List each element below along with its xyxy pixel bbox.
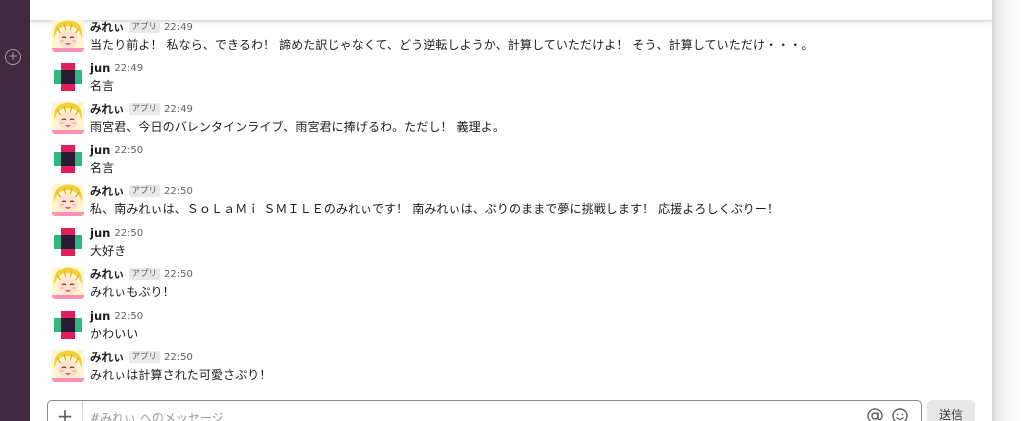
message-text: かわいい (90, 327, 139, 341)
message-author[interactable]: みれぃ (90, 101, 125, 117)
message-item: jun 22:50 かわいい (52, 309, 972, 349)
message-timestamp[interactable]: 22:49 (164, 22, 193, 33)
message-timestamp[interactable]: 22:50 (114, 228, 143, 239)
message-item: みれぃ アプリ 22:50 みれぃもぷり！ (52, 267, 972, 307)
panel-shadow (992, 0, 1024, 421)
message-text: 大好き (90, 244, 127, 258)
message-meta: jun 22:50 (90, 308, 143, 324)
mirei-avatar-icon[interactable] (52, 184, 84, 216)
message-author[interactable]: みれぃ (90, 183, 125, 199)
message-timestamp[interactable]: 22:50 (114, 311, 143, 322)
message-composer: + (47, 400, 922, 421)
message-meta: みれぃ アプリ 22:50 (90, 183, 193, 199)
workspace-sidebar: + (0, 0, 30, 421)
message-text: みれぃもぷり！ (90, 285, 175, 299)
message-text: みれぃは計算された可愛さぷり！ (90, 368, 272, 382)
message-timestamp[interactable]: 22:49 (164, 104, 193, 115)
message-item: jun 22:50 名言 (52, 143, 972, 183)
jun-avatar-icon[interactable] (52, 309, 84, 341)
mirei-avatar-icon[interactable] (52, 102, 84, 134)
message-text: 雨宮君、今日のバレンタインライブ、雨宮君に捧げるわ。ただし！ 義理よ。 (90, 120, 505, 134)
message-text: 名言 (90, 161, 115, 175)
message-meta: みれぃ アプリ 22:50 (90, 266, 193, 282)
mirei-avatar-icon[interactable] (52, 20, 84, 52)
message-item: jun 22:50 大好き (52, 226, 972, 266)
message-item: みれぃ アプリ 22:50 みれぃは計算された可愛さぷり！ (52, 350, 972, 390)
message-author[interactable]: jun (90, 143, 110, 157)
mention-icon[interactable] (866, 407, 884, 421)
message-meta: jun 22:49 (90, 60, 143, 76)
message-text: 名言 (90, 79, 115, 93)
app-badge: アプリ (128, 21, 161, 33)
message-timestamp[interactable]: 22:50 (164, 269, 193, 280)
app-badge: アプリ (128, 185, 161, 197)
add-workspace-icon[interactable]: + (5, 49, 21, 65)
message-author[interactable]: みれぃ (90, 19, 125, 35)
jun-avatar-icon[interactable] (52, 143, 84, 175)
message-item: jun 22:49 名言 (52, 61, 972, 101)
message-meta: jun 22:50 (90, 225, 143, 241)
message-text: 私、南みれぃは、ＳｏＬａＭｉ ＳＭＩＬＥのみれぃです！ 南みれぃは、ぷりのままで… (90, 202, 780, 216)
message-timestamp[interactable]: 22:49 (114, 63, 143, 74)
message-author[interactable]: jun (90, 226, 110, 240)
message-timestamp[interactable]: 22:50 (164, 352, 193, 363)
message-author[interactable]: みれぃ (90, 349, 125, 365)
message-item: みれぃ アプリ 22:50 私、南みれぃは、ＳｏＬａＭｉ ＳＭＩＬＥのみれぃです… (52, 184, 972, 224)
jun-avatar-icon[interactable] (52, 226, 84, 258)
emoji-icon[interactable] (891, 407, 909, 421)
message-timestamp[interactable]: 22:50 (114, 145, 143, 156)
message-meta: みれぃ アプリ 22:49 (90, 101, 193, 117)
message-meta: みれぃ アプリ 22:49 (90, 19, 193, 35)
send-button[interactable]: 送信 (927, 400, 975, 421)
message-author[interactable]: jun (90, 309, 110, 323)
message-timestamp[interactable]: 22:50 (164, 186, 193, 197)
app-badge: アプリ (128, 268, 161, 280)
mirei-avatar-icon[interactable] (52, 350, 84, 382)
thread-panel-edge (30, 0, 992, 21)
app-badge: アプリ (128, 103, 161, 115)
message-author[interactable]: みれぃ (90, 266, 125, 282)
message-item: みれぃ アプリ 22:49 当たり前よ！ 私なら、できるわ！ 諦めた訳じゃなくて… (52, 20, 972, 60)
message-item: みれぃ アプリ 22:49 雨宮君、今日のバレンタインライブ、雨宮君に捧げるわ。… (52, 102, 972, 142)
message-text: 当たり前よ！ 私なら、できるわ！ 諦めた訳じゃなくて、どう逆転しようか、計算して… (90, 38, 814, 52)
message-meta: jun 22:50 (90, 142, 143, 158)
channel-main: みれぃ アプリ 22:49 当たり前よ！ 私なら、できるわ！ 諦めた訳じゃなくて… (30, 0, 992, 421)
message-author[interactable]: jun (90, 61, 110, 75)
app-badge: アプリ (128, 351, 161, 363)
jun-avatar-icon[interactable] (52, 61, 84, 93)
message-meta: みれぃ アプリ 22:50 (90, 349, 193, 365)
mirei-avatar-icon[interactable] (52, 267, 84, 299)
message-input[interactable] (90, 408, 810, 421)
add-attachment-button[interactable]: + (48, 401, 83, 421)
